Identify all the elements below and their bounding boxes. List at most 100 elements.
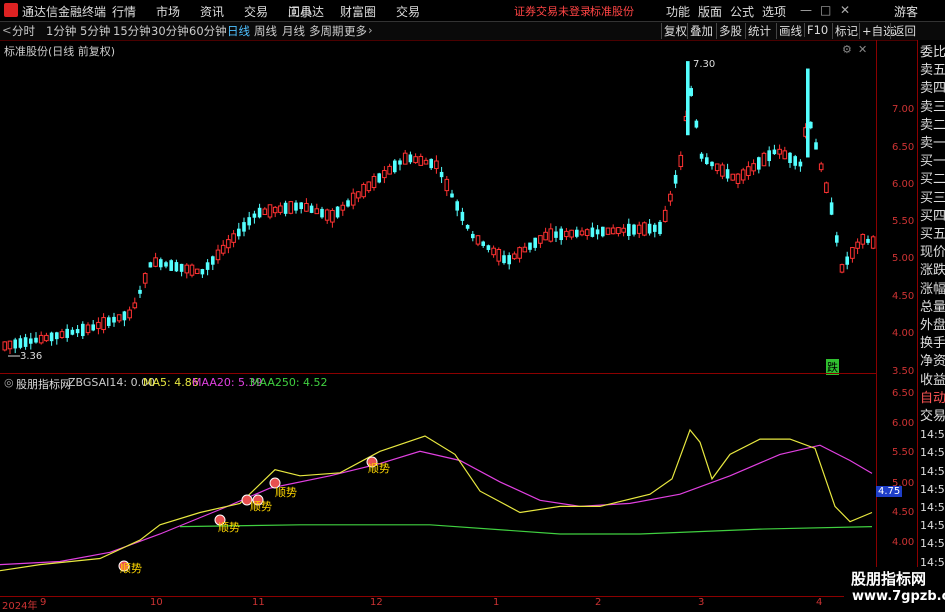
period-multi[interactable]: 多周期 [309, 23, 344, 39]
high-price-label: 7.30 [693, 59, 716, 70]
side-panel-label: 现价 [920, 245, 945, 261]
candle [262, 207, 268, 215]
candle [491, 245, 496, 258]
tool-options[interactable]: 选项 [762, 3, 786, 20]
maximize-icon[interactable]: □ [820, 3, 831, 17]
btn-overlay[interactable]: 叠加 [687, 23, 715, 39]
candle [159, 257, 163, 271]
price-chart-pane[interactable]: 标准股份(日线 前复权) ⚙ ✕ 7.30 3.36 跌 [0, 40, 876, 375]
candle [735, 172, 741, 189]
btn-return[interactable]: 返回 [890, 23, 918, 39]
period-monthly[interactable]: 月线 [282, 23, 305, 39]
minimize-icon[interactable]: — [800, 3, 812, 17]
btn-f10[interactable]: F10 [804, 23, 830, 37]
alert-stock: 标准股份 [590, 5, 634, 18]
candle [346, 198, 350, 208]
tool-formula[interactable]: 公式 [730, 3, 754, 20]
watermark-url: www.7gpzb.com [852, 589, 945, 604]
user-guest[interactable]: 游客 [894, 3, 918, 20]
btn-restore-rights[interactable]: 复权 [661, 23, 689, 39]
side-panel-label: 买四 [920, 208, 945, 224]
candle [215, 244, 221, 264]
candle [237, 222, 241, 240]
menu-quotes[interactable]: 行情 [112, 3, 136, 20]
menu-trade-2[interactable]: 交易 [396, 3, 420, 20]
candle [486, 244, 491, 253]
chevron-right-icon[interactable]: › [368, 23, 373, 37]
candle [605, 227, 611, 235]
candle [231, 230, 236, 248]
candle [564, 227, 569, 241]
indicator-pane[interactable]: ◎ 股朋指标网 ZBGSAI14: 0.00 MA5: 4.86 MAA20: … [0, 374, 876, 596]
candle [668, 190, 673, 206]
menu-market[interactable]: 市场 [156, 3, 180, 20]
period-daily[interactable]: 日线 [227, 23, 250, 39]
menu-wealth[interactable]: 财富圈 [340, 3, 376, 20]
side-panel-label: 换手 [920, 336, 945, 352]
side-panel-label: 涨幅 [920, 281, 945, 297]
candle [642, 221, 647, 237]
candle [845, 251, 849, 270]
candle [689, 85, 693, 97]
candle [694, 119, 699, 129]
candle [710, 161, 714, 170]
candle [772, 144, 777, 155]
close-icon[interactable]: ✕ [840, 3, 850, 17]
date-label: 2024年 [2, 601, 38, 612]
tool-function[interactable]: 功能 [666, 3, 690, 20]
candle [850, 246, 855, 263]
candle [632, 223, 636, 237]
period-1min[interactable]: 1分钟 [46, 23, 76, 39]
candle [767, 146, 771, 167]
candle [59, 328, 65, 339]
period-more[interactable]: 更多 [344, 23, 367, 39]
ind-tick: 4.00 [892, 537, 915, 548]
candle [746, 161, 751, 180]
maa250-line [179, 524, 873, 535]
candle [725, 163, 730, 182]
candle [647, 219, 652, 236]
candle [132, 297, 138, 310]
side-panel-label: 14:56 [920, 428, 945, 442]
candle [23, 333, 28, 350]
candle [559, 226, 563, 245]
period-60min[interactable]: 60分钟 [189, 23, 227, 39]
period-30min[interactable]: 30分钟 [151, 23, 189, 39]
candle [481, 240, 485, 248]
btn-draw[interactable]: 画线 [776, 23, 804, 39]
candle [267, 204, 273, 220]
menu-news[interactable]: 资讯 [200, 3, 224, 20]
menu-ask[interactable]: 问小达 [288, 3, 324, 20]
candle [387, 163, 392, 175]
side-panel-label: 买五 [920, 227, 945, 242]
candle [579, 227, 585, 237]
candle [398, 158, 402, 171]
period-weekly[interactable]: 周线 [254, 23, 277, 39]
period-intraday[interactable]: 分时 [12, 23, 35, 39]
period-15min[interactable]: 15分钟 [113, 23, 151, 39]
side-panel-label: 交易 [920, 409, 945, 424]
side-panel-label: 卖一 [920, 136, 945, 151]
candle [455, 199, 459, 217]
candle [616, 227, 621, 237]
candle [829, 197, 834, 216]
candle [18, 335, 23, 350]
period-5min[interactable]: 5分钟 [80, 23, 110, 39]
login-alert[interactable]: 证券交易未登录 [514, 3, 591, 19]
menu-trade[interactable]: 交易 [244, 3, 268, 20]
btn-stats[interactable]: 统计 [745, 23, 773, 39]
candle [751, 159, 756, 176]
price-tick: 4.00 [892, 328, 915, 339]
btn-multi-stock[interactable]: 多股 [716, 23, 744, 39]
back-icon[interactable]: < [2, 23, 12, 37]
candle [81, 321, 85, 339]
candle [740, 167, 746, 184]
candle [294, 200, 298, 214]
date-label: 9 [40, 597, 47, 608]
tool-layout[interactable]: 版面 [698, 3, 722, 20]
btn-mark[interactable]: 标记 [832, 23, 860, 39]
candle [658, 220, 662, 236]
candle-spike [686, 61, 690, 136]
candle [450, 189, 454, 198]
side-panel-label: 总量 [920, 299, 945, 315]
